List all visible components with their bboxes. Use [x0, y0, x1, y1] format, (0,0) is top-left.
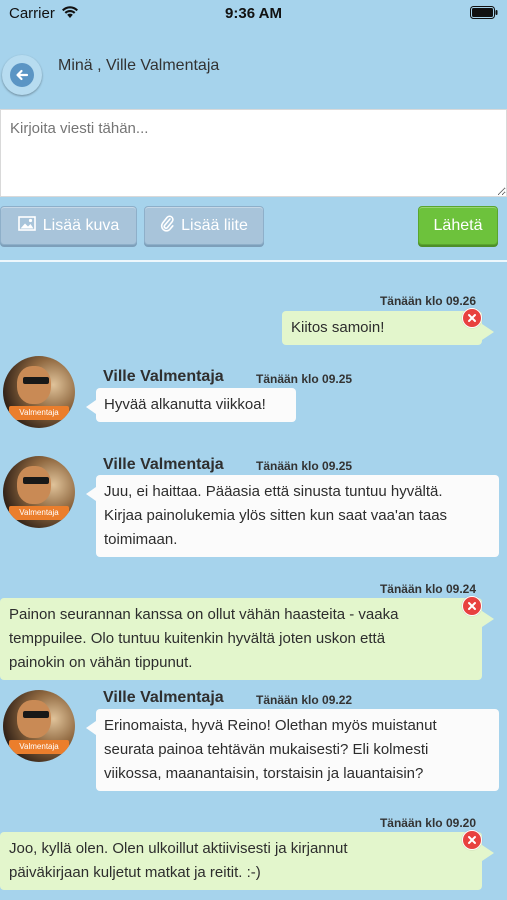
message-line: Kirjaa painolukemia ylös sitten kun saat…	[104, 507, 448, 524]
own-message-bubble: Kiitos samoin!	[282, 311, 494, 345]
clock: 9:36 AM	[225, 5, 282, 22]
sender-name: Ville Valmentaja	[103, 689, 224, 706]
delete-icon[interactable]	[462, 596, 482, 616]
message-timestamp: Tänään klo 09.26	[379, 294, 476, 308]
send-button[interactable]: Lähetä	[418, 206, 498, 245]
message-line: viikossa, maanantaisin, torstaisin ja la…	[104, 765, 424, 782]
message-text: Hyvää alkanutta viikkoa!	[104, 396, 266, 413]
back-button[interactable]	[2, 55, 42, 95]
avatar: Valmentaja	[3, 456, 75, 528]
delete-icon[interactable]	[462, 830, 482, 850]
message-timestamp: Tänään klo 09.25	[256, 372, 353, 386]
message-timestamp: Tänään klo 09.25	[256, 459, 353, 473]
sender-name: Ville Valmentaja	[103, 456, 224, 473]
coach-badge: Valmentaja	[9, 406, 69, 420]
image-icon	[17, 215, 36, 236]
add-image-label: Lisää kuva	[42, 216, 120, 234]
message-line: päiväkirjaan kuljetut matkat ja reitit. …	[9, 864, 261, 881]
own-message-bubble: Painon seurannan kanssa on ollut vähän h…	[0, 598, 494, 680]
message-timestamp: Tänään klo 09.20	[379, 816, 476, 830]
add-image-button[interactable]: Lisää kuva	[0, 206, 137, 245]
message-line: Painon seurannan kanssa on ollut vähän h…	[9, 606, 399, 623]
add-attachment-label: Lisää liite	[181, 216, 248, 234]
conversation-title: Minä , Ville Valmentaja	[58, 57, 220, 74]
message-input[interactable]	[0, 109, 507, 197]
compose-toolbar: Lisää kuva Lisää liite Lähetä	[0, 206, 507, 246]
sender-name: Ville Valmentaja	[103, 368, 224, 385]
divider	[0, 260, 507, 262]
chat-header: Minä , Ville Valmentaja	[0, 48, 507, 102]
message-line: toimimaan.	[104, 531, 178, 548]
own-message-bubble: Joo, kyllä olen. Olen ulkoillut aktiivis…	[0, 832, 494, 890]
message-bubble: Hyvää alkanutta viikkoa!	[86, 388, 296, 422]
message-line: temppuilee. Olo tuntuu kuitenkin hyvältä…	[9, 630, 386, 647]
avatar: Valmentaja	[3, 690, 75, 762]
battery-icon	[470, 6, 498, 24]
message-line: Joo, kyllä olen. Olen ulkoillut aktiivis…	[9, 840, 348, 857]
message-line: painokin on vähän tippunut.	[9, 654, 193, 671]
message-bubble: Juu, ei haittaa. Pääasia että sinusta tu…	[86, 475, 499, 557]
delete-icon[interactable]	[462, 308, 482, 328]
coach-badge: Valmentaja	[9, 740, 69, 754]
paperclip-icon	[160, 214, 174, 237]
message-line: Juu, ei haittaa. Pääasia että sinusta tu…	[104, 483, 443, 500]
message-timestamp: Tänään klo 09.24	[379, 582, 476, 596]
message-bubble: Erinomaista, hyvä Reino! Olethan myös mu…	[86, 709, 499, 791]
message-text: Kiitos samoin!	[291, 319, 385, 336]
add-attachment-button[interactable]: Lisää liite	[144, 206, 264, 245]
message-timestamp: Tänään klo 09.22	[256, 693, 353, 707]
coach-badge: Valmentaja	[9, 506, 69, 520]
send-label: Lähetä	[433, 216, 483, 234]
message-line: Erinomaista, hyvä Reino! Olethan myös mu…	[104, 717, 437, 734]
back-arrow-icon	[10, 63, 34, 87]
status-bar: Carrier 9:36 AM	[0, 0, 507, 28]
message-line: seurata painoa tehtävän mukaisesti? Eli …	[104, 741, 429, 758]
avatar: Valmentaja	[3, 356, 75, 428]
